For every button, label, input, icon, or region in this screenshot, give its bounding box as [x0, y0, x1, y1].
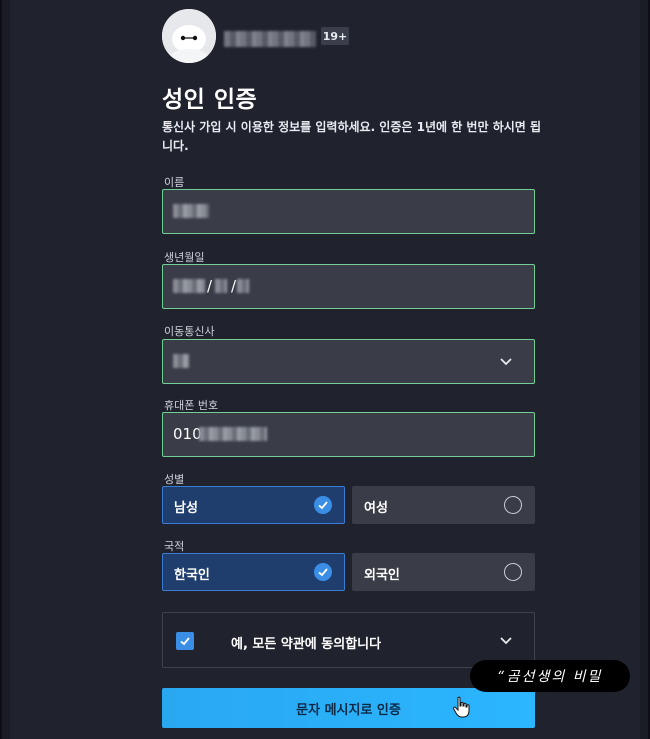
gender-option-male[interactable]: 남성: [162, 486, 345, 524]
page-title: 성인 인증: [162, 87, 258, 113]
birth-month-blurred: [215, 279, 227, 293]
age-badge: 19+: [321, 27, 349, 45]
check-icon: [314, 563, 332, 581]
gender-label: 성별: [164, 473, 185, 486]
carrier-value-blurred: [173, 354, 189, 368]
gender-option-label: 남성: [174, 501, 198, 516]
gender-option-label: 여성: [364, 501, 388, 516]
phone-field[interactable]: 010: [162, 412, 535, 457]
birth-field[interactable]: / /: [162, 264, 535, 309]
watermark: “곰선생의 비밀: [470, 660, 630, 692]
sms-verify-button[interactable]: 문자 메시지로 인증: [162, 688, 535, 728]
name-label: 이름: [164, 176, 185, 189]
birth-year-blurred: [173, 279, 205, 293]
chevron-down-icon[interactable]: [498, 632, 514, 648]
name-field[interactable]: [162, 189, 535, 234]
phone-number-blurred: [199, 427, 267, 441]
chevron-down-icon: [498, 353, 514, 369]
nationality-label: 국적: [164, 540, 185, 553]
birth-separator-1: /: [207, 277, 213, 295]
nationality-option-korean[interactable]: 한국인: [162, 553, 345, 591]
phone-label: 휴대폰 번호: [164, 399, 219, 412]
terms-agreement-row[interactable]: 예, 모든 약관에 동의합니다: [162, 612, 535, 668]
carrier-label: 이동통신사: [164, 325, 215, 338]
baymax-avatar-icon: [162, 9, 216, 63]
hand-cursor-icon: [452, 696, 470, 718]
name-value-blurred: [173, 204, 209, 218]
birth-separator-2: /: [231, 277, 237, 295]
avatar: [162, 9, 216, 63]
radio-empty-icon: [504, 496, 522, 514]
gender-option-female[interactable]: 여성: [352, 486, 535, 524]
nationality-option-foreigner[interactable]: 외국인: [352, 553, 535, 591]
agree-label: 예, 모든 약관에 동의합니다: [231, 637, 382, 652]
birth-day-blurred: [237, 279, 249, 293]
phone-prefix: 010: [173, 425, 202, 443]
agree-checkbox[interactable]: [176, 632, 194, 650]
page-description: 통신사 가입 시 이용한 정보를 입력하세요. 인증은 1년에 한 번만 하시면…: [162, 120, 542, 153]
nationality-option-label: 한국인: [174, 568, 210, 583]
nationality-option-label: 외국인: [364, 568, 400, 583]
username-blurred: [224, 31, 316, 47]
carrier-select[interactable]: [162, 339, 535, 384]
birth-label: 생년월일: [164, 251, 205, 264]
radio-empty-icon: [504, 563, 522, 581]
check-icon: [314, 496, 332, 514]
